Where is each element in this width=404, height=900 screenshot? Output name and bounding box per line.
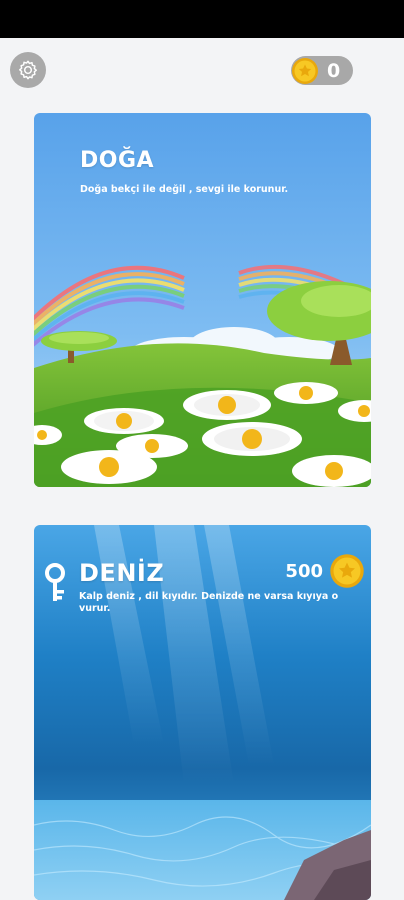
level-description: Doğa bekçi ile değil , sevgi ile korunur…: [80, 184, 289, 195]
top-bar: 0: [0, 38, 404, 108]
level-title: DENİZ: [79, 559, 165, 587]
coin-icon: [292, 57, 318, 84]
level-description: Kalp deniz , dil kıyıdır. Denizde ne var…: [79, 591, 339, 614]
settings-button[interactable]: [10, 52, 46, 88]
gear-icon: [19, 60, 37, 80]
key-icon: [42, 563, 68, 607]
coin-count: 0: [327, 59, 341, 82]
level-card-deniz[interactable]: DENİZ 500 Kalp deniz , dil kıyıdır. Deni…: [34, 525, 371, 900]
coin-icon: [329, 553, 365, 589]
level-title: DOĞA: [80, 148, 155, 173]
coin-balance[interactable]: 0: [291, 56, 353, 85]
status-bar: [0, 0, 404, 38]
level-card-doga[interactable]: DOĞA Doğa bekçi ile değil , sevgi ile ko…: [34, 113, 371, 487]
unlock-price: 500: [285, 561, 323, 582]
